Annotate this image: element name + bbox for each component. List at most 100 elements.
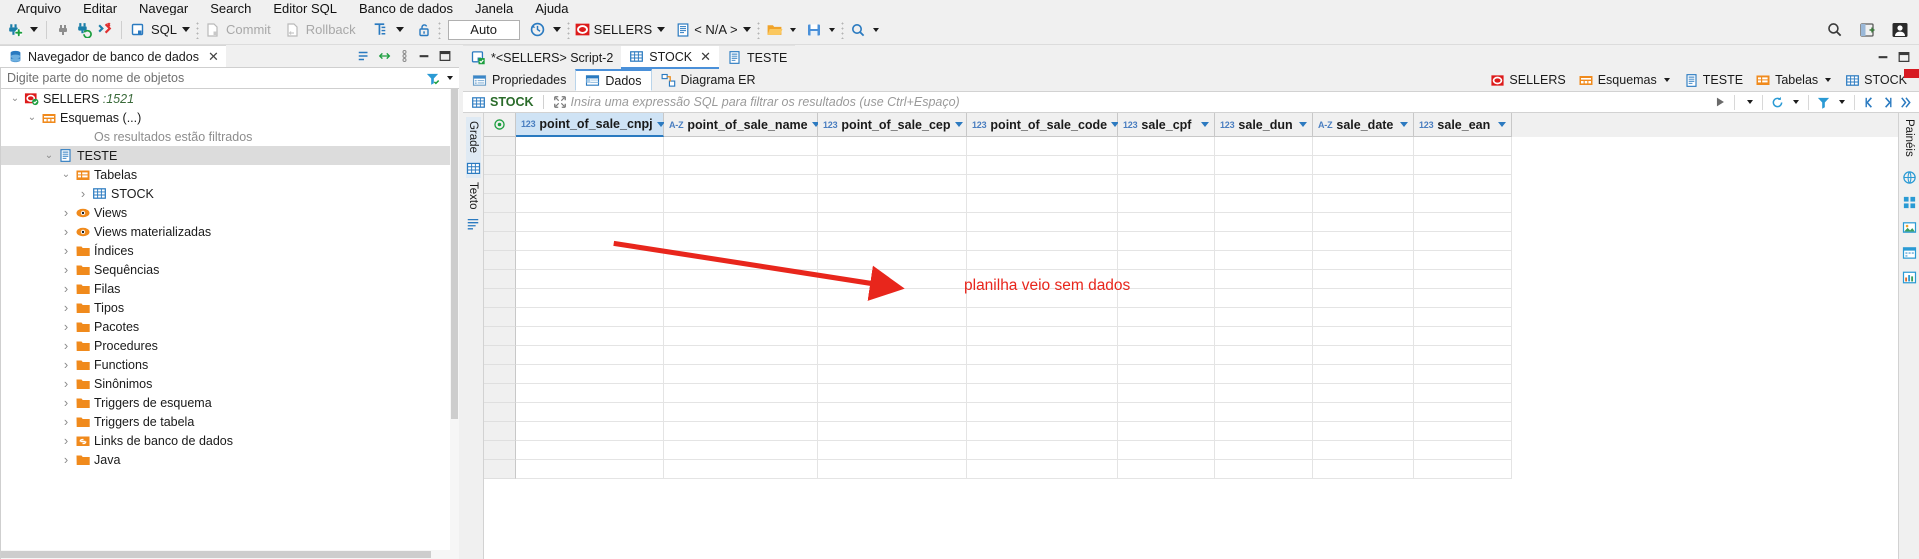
grid-cell[interactable] — [1215, 251, 1313, 270]
grid-cell[interactable] — [1118, 384, 1215, 403]
navigator-vertical-scrollbar[interactable] — [450, 89, 459, 550]
sql-filter-input[interactable]: Insira uma expressão SQL para filtrar os… — [567, 95, 1713, 109]
navigator-tab-close-icon[interactable]: ✕ — [208, 50, 219, 63]
chevron-down-icon[interactable] — [1747, 100, 1753, 104]
grid-cell[interactable] — [1414, 308, 1512, 327]
active-schema-caret[interactable] — [742, 27, 751, 32]
grid-cell[interactable] — [818, 156, 967, 175]
grid-cell[interactable] — [1414, 289, 1512, 308]
grid-cell[interactable] — [1215, 403, 1313, 422]
grid-cell[interactable] — [664, 308, 818, 327]
grid-cell[interactable] — [1118, 327, 1215, 346]
grid-cell[interactable] — [1118, 365, 1215, 384]
chevron-right-icon[interactable]: › — [58, 414, 74, 429]
execute-filter-icon[interactable] — [1713, 95, 1727, 109]
grid-cell[interactable] — [1118, 422, 1215, 441]
grid-cell[interactable] — [664, 270, 818, 289]
editor-tab--sellers-script-2[interactable]: *<SELLERS> Script-2 — [463, 45, 622, 69]
table-row[interactable] — [484, 232, 1898, 251]
transaction-mode-caret[interactable] — [395, 27, 404, 32]
grid-cell[interactable] — [516, 251, 664, 270]
grid-cell[interactable] — [1215, 232, 1313, 251]
tree-node-sequ-ncias[interactable]: › Sequências — [1, 260, 459, 279]
grid-cell[interactable] — [1118, 194, 1215, 213]
expand-filter-icon[interactable] — [553, 95, 567, 109]
menu-item-arquivo[interactable]: Arquivo — [6, 2, 72, 15]
grid-cell[interactable] — [664, 289, 818, 308]
menu-item-janela[interactable]: Janela — [464, 2, 524, 15]
menu-item-navegar[interactable]: Navegar — [128, 2, 199, 15]
grid-cell[interactable] — [967, 346, 1118, 365]
grid-cell[interactable] — [1313, 441, 1414, 460]
global-search-button[interactable] — [1824, 18, 1845, 42]
refresh-caret[interactable] — [1793, 100, 1799, 104]
grid-cell[interactable] — [818, 270, 967, 289]
filter-caret[interactable] — [447, 76, 453, 80]
grid-cell[interactable] — [1118, 441, 1215, 460]
grid-cell[interactable] — [1414, 365, 1512, 384]
grid-cell[interactable] — [967, 384, 1118, 403]
grid-column-menu-icon[interactable] — [954, 122, 963, 127]
chevron-right-icon[interactable]: › — [58, 452, 74, 467]
tree-node-links-de-banco-de-dados[interactable]: › Links de banco de dados — [1, 431, 459, 450]
grid-cell[interactable] — [1414, 327, 1512, 346]
grid-cell[interactable] — [1414, 346, 1512, 365]
globe-icon[interactable] — [1902, 170, 1917, 185]
grid-cell[interactable] — [1118, 308, 1215, 327]
grid-cell[interactable] — [1215, 460, 1313, 479]
grid-cell[interactable] — [818, 365, 967, 384]
grid-cell[interactable] — [1215, 289, 1313, 308]
navigator-tab[interactable]: Navegador de banco de dados ✕ — [0, 45, 226, 67]
grid-cell[interactable] — [1313, 460, 1414, 479]
grid-cell[interactable] — [818, 460, 967, 479]
navigator-scroll-thumb[interactable] — [451, 89, 458, 419]
grid-cell[interactable] — [1414, 213, 1512, 232]
new-connection-button[interactable] — [4, 18, 25, 42]
row-header-cell[interactable] — [484, 194, 516, 213]
maximize-icon[interactable] — [1897, 50, 1911, 64]
tree-node-views[interactable]: › Views — [1, 203, 459, 222]
chevron-right-icon[interactable]: › — [58, 262, 74, 277]
grid-cell[interactable] — [664, 175, 818, 194]
chevron-right-icon[interactable]: › — [58, 376, 74, 391]
table-row[interactable] — [484, 422, 1898, 441]
grid-cell[interactable] — [967, 327, 1118, 346]
grid-cell[interactable] — [1118, 251, 1215, 270]
grid-cell[interactable] — [516, 384, 664, 403]
tree-node-java[interactable]: › Java — [1, 450, 459, 469]
user-account-button[interactable] — [1889, 18, 1911, 42]
disconnect-all-button[interactable] — [94, 18, 115, 42]
chevron-right-icon[interactable]: › — [58, 300, 74, 315]
minimize-icon[interactable] — [1876, 50, 1890, 64]
lock-button[interactable] — [414, 18, 434, 42]
presentation-mode-grade[interactable]: Grade — [465, 117, 481, 178]
breadcrumb-item-tabelas[interactable]: Tabelas — [1749, 72, 1839, 88]
table-row[interactable] — [484, 327, 1898, 346]
result-grid[interactable]: 123 point_of_sale_cnpj A-Z point_of_sale_na… — [484, 113, 1898, 559]
grid-cell[interactable] — [1414, 384, 1512, 403]
grid-cell[interactable] — [967, 175, 1118, 194]
tree-node-triggers-de-tabela[interactable]: › Triggers de tabela — [1, 412, 459, 431]
toolbar-handle-3[interactable] — [566, 20, 570, 39]
row-header-cell[interactable] — [484, 156, 516, 175]
grid-cell[interactable] — [1414, 403, 1512, 422]
row-header-cell[interactable] — [484, 251, 516, 270]
tree-node-tipos[interactable]: › Tipos — [1, 298, 459, 317]
grid-cell[interactable] — [516, 403, 664, 422]
grid-cell[interactable] — [1313, 137, 1414, 156]
grid-cell[interactable] — [967, 194, 1118, 213]
table-row[interactable] — [484, 213, 1898, 232]
new-connection-caret[interactable] — [30, 27, 38, 32]
grid-cell[interactable] — [1414, 156, 1512, 175]
open-perspective-button[interactable] — [1857, 18, 1879, 42]
grid-cell[interactable] — [967, 213, 1118, 232]
grid-cell[interactable] — [967, 460, 1118, 479]
new-sql-editor-button[interactable] — [128, 18, 148, 42]
grid-cell[interactable] — [1414, 422, 1512, 441]
active-connection-caret[interactable] — [657, 27, 666, 32]
grid-column-menu-icon[interactable] — [1299, 122, 1307, 127]
grid-cell[interactable] — [664, 365, 818, 384]
grid-cell[interactable] — [818, 422, 967, 441]
grid-cell[interactable] — [1118, 289, 1215, 308]
grid-cell[interactable] — [818, 346, 967, 365]
